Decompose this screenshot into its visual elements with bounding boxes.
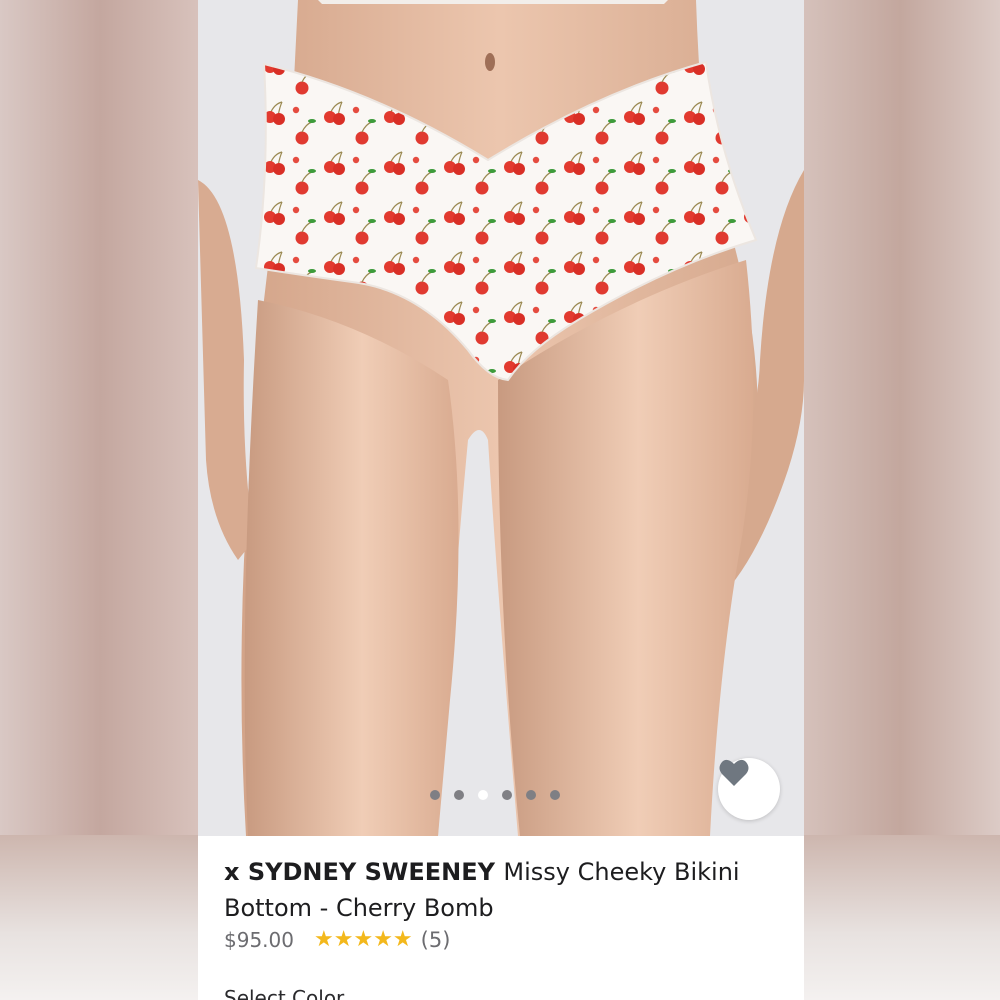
- review-count[interactable]: (5): [421, 928, 451, 952]
- favorite-button[interactable]: [718, 758, 780, 820]
- carousel-dot[interactable]: [454, 790, 464, 800]
- product-info: x SYDNEY SWEENEY Missy Cheeky Bikini Bot…: [198, 836, 804, 1000]
- star-icon: ★: [333, 927, 354, 952]
- product-price: $95.00: [224, 928, 294, 952]
- star-rating[interactable]: ★ ★ ★ ★ ★: [314, 929, 413, 951]
- star-icon: ★: [313, 927, 334, 952]
- price-rating-row: $95.00 ★ ★ ★ ★ ★ (5): [224, 928, 450, 952]
- heart-icon: [719, 759, 749, 786]
- product-screen: x SYDNEY SWEENEY Missy Cheeky Bikini Bot…: [198, 0, 804, 1000]
- carousel-dot[interactable]: [478, 790, 488, 800]
- product-photo[interactable]: [198, 0, 804, 836]
- star-icon: ★: [353, 927, 374, 952]
- product-photo-illustration: [198, 0, 804, 836]
- carousel-dot[interactable]: [526, 790, 536, 800]
- carousel-dot[interactable]: [502, 790, 512, 800]
- carousel-dot[interactable]: [550, 790, 560, 800]
- select-color-label: Select Color: [224, 986, 345, 1000]
- star-icon: ★: [373, 927, 393, 952]
- star-icon: ★: [392, 927, 413, 952]
- carousel-dot[interactable]: [430, 790, 440, 800]
- product-title: x SYDNEY SWEENEY Missy Cheeky Bikini Bot…: [224, 854, 784, 926]
- product-brand: x SYDNEY SWEENEY: [224, 858, 496, 886]
- carousel-dots: [430, 790, 560, 800]
